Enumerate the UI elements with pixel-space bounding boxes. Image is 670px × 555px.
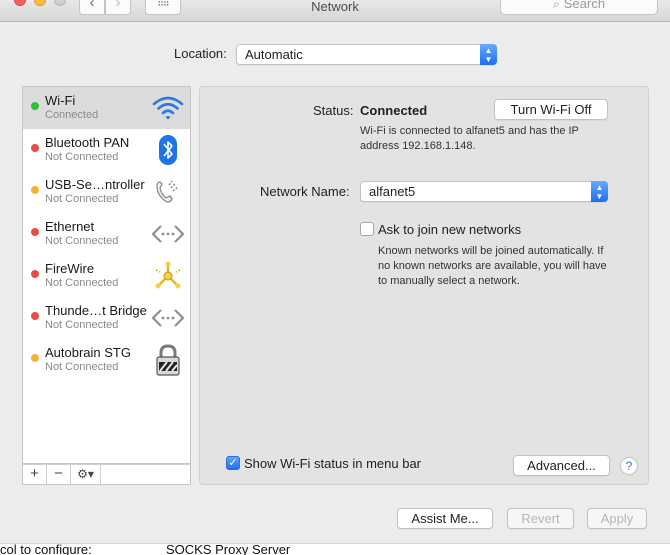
service-name: FireWire bbox=[45, 261, 95, 276]
service-status: Not Connected bbox=[45, 319, 119, 331]
show-wifi-status-checkbox[interactable]: ✓ bbox=[226, 456, 240, 470]
status-dot bbox=[31, 228, 39, 236]
bluetooth-icon bbox=[159, 135, 177, 165]
status-dot bbox=[31, 102, 39, 110]
service-item-bluetooth-pan[interactable]: Bluetooth PAN Not Connected bbox=[23, 129, 190, 171]
status-dot bbox=[31, 270, 39, 278]
gear-icon: ⚙▾ bbox=[77, 467, 94, 481]
phone-icon bbox=[156, 180, 179, 203]
firewire-icon bbox=[155, 261, 181, 289]
network-name-label: Network Name: bbox=[260, 184, 350, 199]
apply-button[interactable]: Apply bbox=[587, 508, 647, 529]
service-item-firewire[interactable]: FireWire Not Connected bbox=[23, 255, 190, 297]
service-item-usb-controller[interactable]: USB-Se…ntroller Not Connected bbox=[23, 171, 190, 213]
service-list: Wi-Fi Connected Bluetooth PAN Not Connec… bbox=[22, 86, 191, 464]
service-name: Thunde…t Bridge bbox=[45, 303, 147, 318]
service-name: USB-Se…ntroller bbox=[45, 177, 145, 192]
checkmark-icon: ✓ bbox=[228, 457, 238, 469]
search-field[interactable]: ⌕ Search bbox=[500, 0, 658, 15]
revert-button[interactable]: Revert bbox=[507, 508, 574, 529]
service-status: Not Connected bbox=[45, 193, 119, 205]
ask-join-checkbox[interactable] bbox=[360, 222, 374, 236]
add-service-button[interactable]: + bbox=[23, 465, 47, 484]
service-status: Not Connected bbox=[45, 235, 119, 247]
chevron-updown-icon: ▲ ▼ bbox=[480, 44, 497, 65]
chevron-updown-icon: ▲ ▼ bbox=[591, 181, 608, 202]
service-list-toolbar: + − ⚙▾ bbox=[22, 464, 191, 485]
status-value: Connected bbox=[360, 103, 428, 118]
status-label: Status: bbox=[313, 103, 354, 118]
status-dot bbox=[31, 144, 39, 152]
service-item-thunderbolt-bridge[interactable]: Thunde…t Bridge Not Connected bbox=[23, 297, 190, 339]
service-name: Bluetooth PAN bbox=[45, 135, 130, 150]
service-name: Autobrain STG bbox=[45, 345, 131, 360]
search-placeholder: Search bbox=[563, 0, 605, 11]
wifi-icon bbox=[152, 96, 184, 120]
action-menu-button[interactable]: ⚙▾ bbox=[71, 465, 101, 484]
turn-wifi-off-button[interactable]: Turn Wi-Fi Off bbox=[494, 99, 608, 120]
service-name: Ethernet bbox=[45, 219, 95, 234]
service-status: Not Connected bbox=[45, 151, 119, 163]
service-status: Not Connected bbox=[45, 361, 119, 373]
status-description: Wi-Fi is connected to alfanet5 and has t… bbox=[360, 125, 579, 152]
remove-service-button[interactable]: − bbox=[47, 465, 71, 484]
status-dot bbox=[31, 186, 39, 194]
location-popup[interactable]: Automatic ▲ ▼ bbox=[236, 44, 497, 65]
service-status: Not Connected bbox=[45, 277, 119, 289]
service-name: Wi-Fi bbox=[45, 93, 76, 108]
location-label: Location: bbox=[174, 46, 227, 61]
search-icon: ⌕ bbox=[553, 0, 560, 11]
status-dot bbox=[31, 312, 39, 320]
vpn-lock-icon bbox=[156, 344, 180, 376]
window-titlebar: ‹ › ⁝⁝⁝⁝ Network ⌕ Search bbox=[0, 0, 670, 22]
advanced-button[interactable]: Advanced... bbox=[513, 455, 610, 476]
ask-join-label: Ask to join new networks bbox=[378, 222, 522, 237]
assist-me-button[interactable]: Assist Me... bbox=[397, 508, 493, 529]
status-dot bbox=[31, 354, 39, 362]
underlay-right-text: SOCKS Proxy Server bbox=[166, 543, 291, 555]
thunderbolt-arrows-icon bbox=[152, 309, 184, 327]
ask-join-description: Known networks will be joined automatica… bbox=[378, 245, 607, 287]
underlying-window-fragment: col to configure: SOCKS Proxy Server bbox=[0, 543, 670, 555]
location-value: Automatic bbox=[245, 47, 303, 62]
ethernet-arrows-icon bbox=[152, 225, 184, 243]
service-item-wifi[interactable]: Wi-Fi Connected bbox=[23, 87, 190, 129]
network-name-value: alfanet5 bbox=[369, 184, 416, 199]
network-name-popup[interactable]: alfanet5 ▲ ▼ bbox=[360, 181, 608, 202]
help-button[interactable]: ? bbox=[620, 457, 638, 475]
service-item-autobrain-stg[interactable]: Autobrain STG Not Connected bbox=[23, 339, 190, 381]
service-status: Connected bbox=[45, 109, 99, 121]
underlay-left-text: col to configure: bbox=[0, 543, 92, 555]
show-wifi-status-label: Show Wi-Fi status in menu bar bbox=[244, 456, 422, 471]
service-item-ethernet[interactable]: Ethernet Not Connected bbox=[23, 213, 190, 255]
